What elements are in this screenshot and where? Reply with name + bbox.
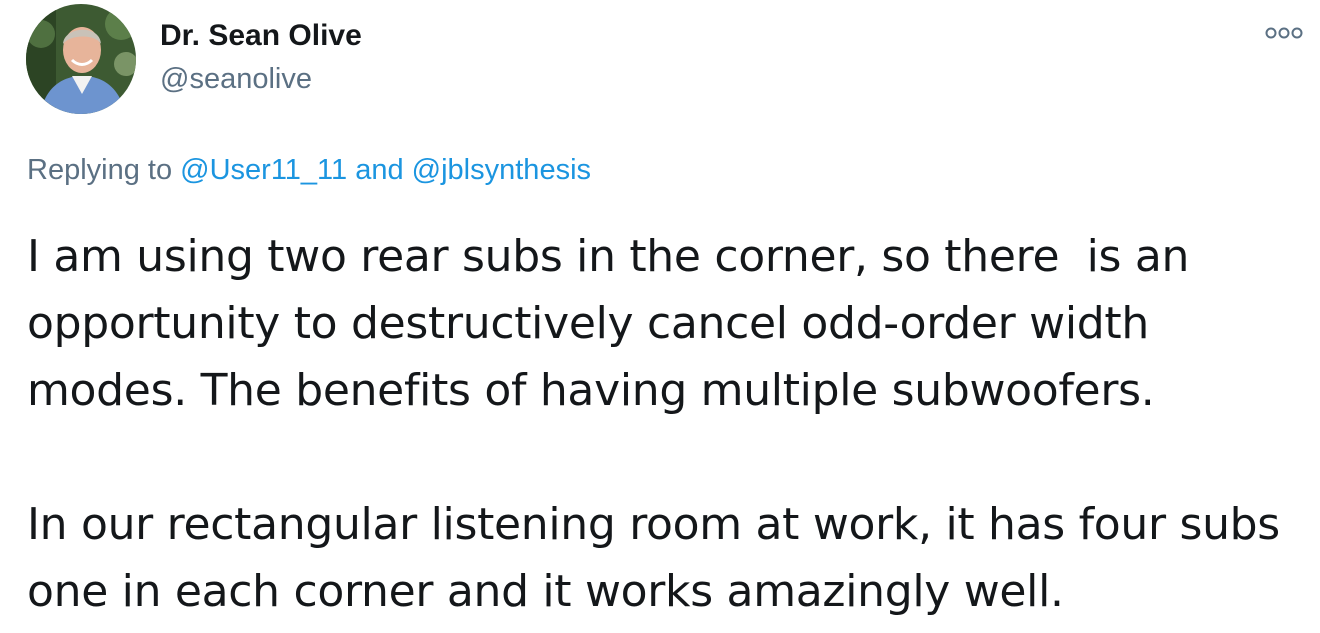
mention-link-jblsynthesis[interactable]: @jblsynthesis [412, 154, 591, 186]
more-horizontal-icon [1265, 27, 1303, 39]
tweet-paragraph-1: I am using two rear subs in the corner, … [27, 231, 1203, 416]
tweet-card: Dr. Sean Olive @seanolive Replying to @U… [0, 0, 1320, 633]
author-handle[interactable]: @seanolive [160, 63, 312, 96]
more-options-button[interactable] [1262, 22, 1306, 44]
reply-prefix: Replying to [27, 154, 181, 186]
avatar-photo [26, 4, 136, 114]
reply-joiner: and [347, 154, 412, 186]
mention-link-user11[interactable]: @User11_11 [180, 154, 347, 186]
tweet-text: I am using two rear subs in the corner, … [27, 223, 1297, 625]
avatar[interactable] [26, 4, 136, 114]
author-display-name[interactable]: Dr. Sean Olive [160, 19, 362, 53]
tweet-paragraph-2: In our rectangular listening room at wor… [27, 499, 1294, 617]
reply-context: Replying to @User11_11 and @jblsynthesis [27, 154, 591, 187]
